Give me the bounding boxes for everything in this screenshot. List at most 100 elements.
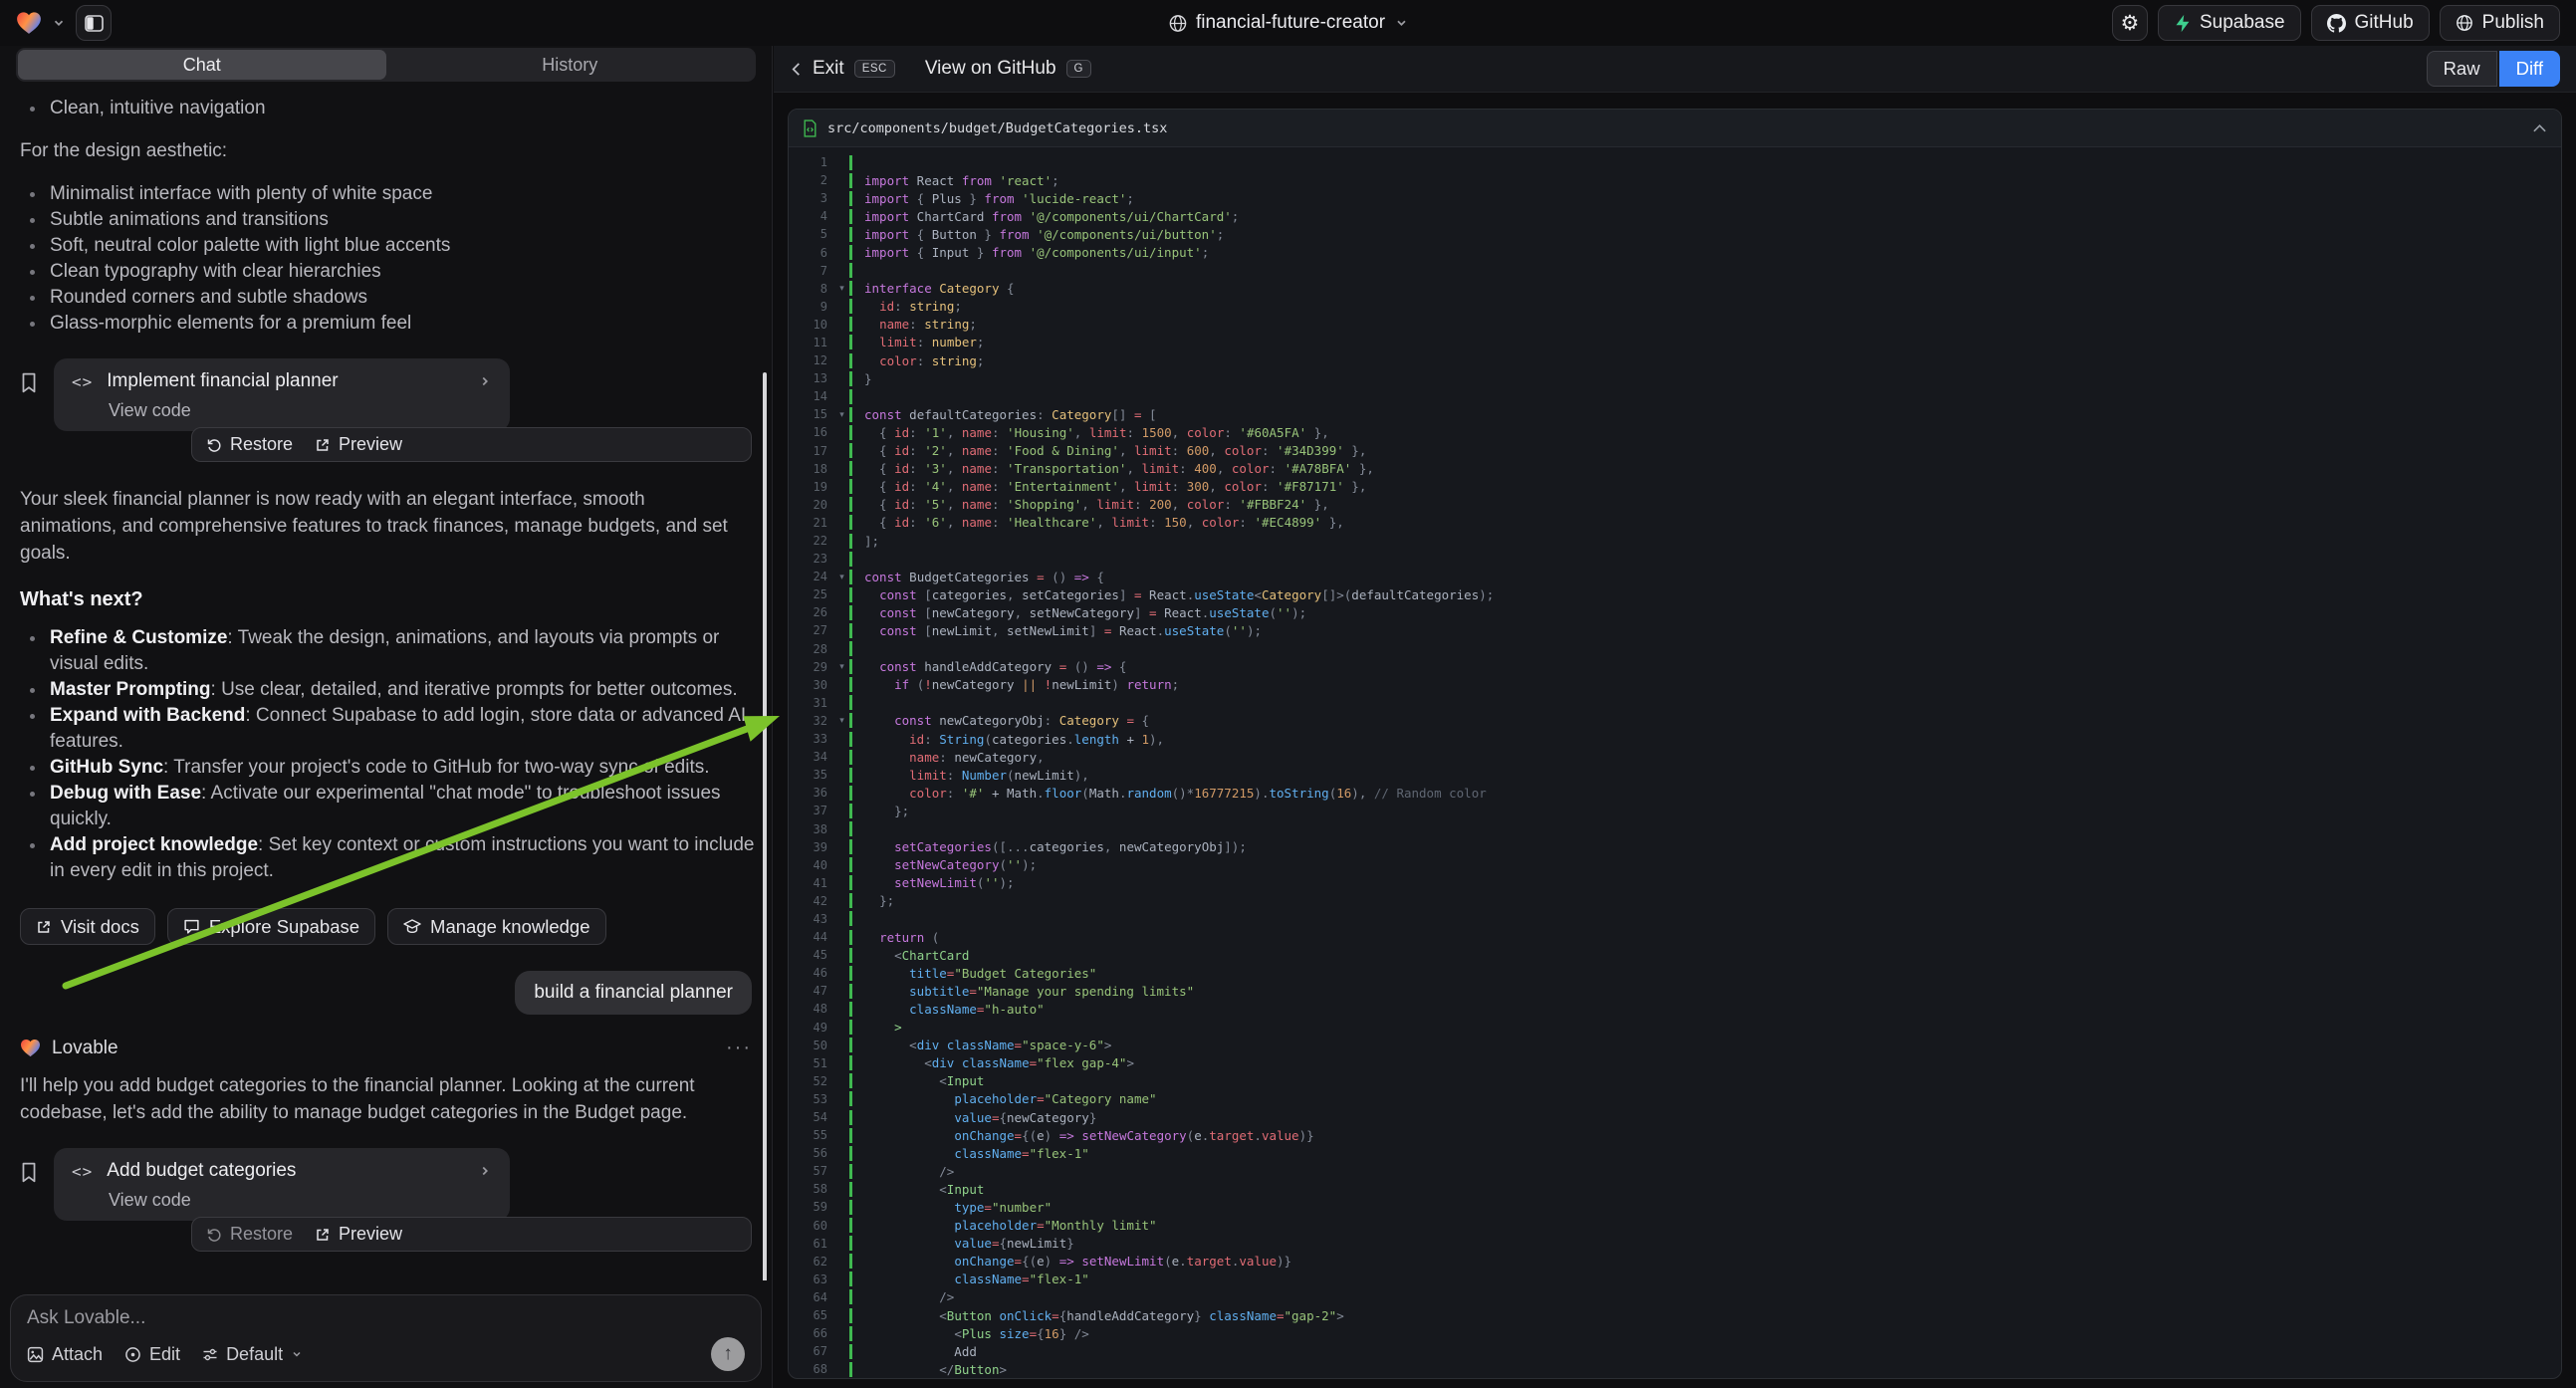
code-line: 4import ChartCard from '@/components/ui/… xyxy=(789,207,2561,225)
chat-scroll-area[interactable]: Clean, intuitive navigation For the desi… xyxy=(0,82,772,1280)
assistant-summary: Your sleek financial planner is now read… xyxy=(20,486,737,567)
user-message-1: build a financial planner xyxy=(515,971,752,1015)
line-number: 32 xyxy=(789,714,834,728)
line-number: 21 xyxy=(789,516,834,530)
diff-toggle-button[interactable]: Diff xyxy=(2499,51,2560,87)
line-number: 67 xyxy=(789,1344,834,1358)
file-header[interactable]: src/components/budget/BudgetCategories.t… xyxy=(789,110,2561,147)
code-line: 11 limit: number; xyxy=(789,334,2561,351)
code-text: name: newCategory, xyxy=(849,750,1045,765)
assistant-reply-intro: I'll help you add budget categories to t… xyxy=(20,1072,757,1126)
code-text: import ChartCard from '@/components/ui/C… xyxy=(849,209,1239,224)
manage-knowledge-button[interactable]: Manage knowledge xyxy=(387,908,605,945)
code-line: 25 const [categories, setCategories] = R… xyxy=(789,585,2561,603)
chat-input-box: Attach Edit Default ↑ xyxy=(10,1294,762,1382)
supabase-bolt-icon xyxy=(2174,14,2191,33)
sidebar-toggle-button[interactable] xyxy=(76,5,112,41)
code-text: className="flex-1" xyxy=(849,1146,1089,1161)
version-card-implement-financial-planner[interactable]: <> Implement financial planner View code xyxy=(54,358,510,431)
view-code-link[interactable]: View code xyxy=(109,1190,492,1211)
code-line: 37 }; xyxy=(789,802,2561,819)
project-chevron-down-icon xyxy=(1394,16,1408,30)
supabase-button[interactable]: Supabase xyxy=(2158,5,2301,41)
exit-button[interactable]: Exit ESC xyxy=(790,58,895,80)
lovable-heart-logo-icon[interactable] xyxy=(16,11,42,35)
mode-select[interactable]: Default xyxy=(202,1344,303,1365)
github-octocat-icon xyxy=(2327,14,2346,33)
explore-supabase-button[interactable]: Explore Supabase xyxy=(167,908,375,945)
code-toolbar: Exit ESC View on GitHub G Raw Diff xyxy=(774,46,2576,93)
code-text: { id: '6', name: 'Healthcare', limit: 15… xyxy=(849,515,1344,530)
github-label: GitHub xyxy=(2355,12,2414,34)
line-number: 46 xyxy=(789,966,834,980)
code-text: { id: '1', name: 'Housing', limit: 1500,… xyxy=(849,425,1329,440)
line-number: 42 xyxy=(789,894,834,908)
publish-button[interactable]: Publish xyxy=(2440,5,2560,41)
fold-toggle-icon[interactable]: ▾ xyxy=(834,661,849,672)
line-number: 47 xyxy=(789,984,834,998)
raw-toggle-button[interactable]: Raw xyxy=(2427,51,2497,87)
line-number: 2 xyxy=(789,173,834,187)
fold-toggle-icon[interactable]: ▾ xyxy=(834,715,849,726)
logo-chevron-down-icon[interactable] xyxy=(52,16,66,30)
line-number: 8 xyxy=(789,282,834,296)
preview-button[interactable]: Preview xyxy=(315,434,402,455)
code-text: placeholder="Category name" xyxy=(849,1091,1157,1106)
esc-keycap: ESC xyxy=(854,60,895,78)
restore-preview-bar: Restore Preview xyxy=(191,427,752,462)
restore-button[interactable]: Restore xyxy=(206,1224,293,1245)
view-on-github-button[interactable]: View on GitHub G xyxy=(925,58,1091,80)
code-panel: Exit ESC View on GitHub G Raw Diff src/c… xyxy=(774,46,2576,1388)
external-link-icon xyxy=(315,437,331,453)
fold-toggle-icon[interactable]: ▾ xyxy=(834,409,849,420)
bookmark-icon[interactable] xyxy=(20,372,38,393)
preview-button[interactable]: Preview xyxy=(315,1224,402,1245)
chat-scrollbar-thumb[interactable] xyxy=(763,372,767,1280)
tab-chat[interactable]: Chat xyxy=(18,50,386,80)
fold-toggle-icon[interactable]: ▾ xyxy=(834,572,849,582)
message-menu-button[interactable]: ··· xyxy=(726,1037,752,1059)
chevron-right-icon xyxy=(478,1164,492,1178)
visit-docs-button[interactable]: Visit docs xyxy=(20,908,155,945)
sliders-icon xyxy=(202,1347,218,1362)
code-line: 1 xyxy=(789,153,2561,171)
code-editor[interactable]: 1 2import React from 'react';3import { P… xyxy=(789,147,2561,1378)
line-number: 26 xyxy=(789,605,834,619)
view-code-link[interactable]: View code xyxy=(109,400,492,421)
code-line: 27 const [newLimit, setNewLimit] = React… xyxy=(789,621,2561,639)
restore-button[interactable]: Restore xyxy=(206,434,293,455)
line-number: 60 xyxy=(789,1219,834,1233)
line-number: 59 xyxy=(789,1200,834,1214)
code-line: 43 xyxy=(789,910,2561,928)
code-line: 42 }; xyxy=(789,892,2561,910)
publish-globe-icon xyxy=(2456,14,2473,32)
code-line: 8▾interface Category { xyxy=(789,280,2561,298)
list-item: Debug with Ease: Activate our experiment… xyxy=(20,781,757,832)
line-number: 53 xyxy=(789,1092,834,1106)
fold-toggle-icon[interactable]: ▾ xyxy=(834,283,849,294)
line-number: 33 xyxy=(789,732,834,746)
bookmark-icon[interactable] xyxy=(20,1162,38,1183)
line-number: 18 xyxy=(789,462,834,476)
settings-button[interactable]: ⚙ xyxy=(2112,5,2148,41)
design-intro: For the design aesthetic: xyxy=(20,137,752,164)
chat-input[interactable] xyxy=(27,1307,745,1337)
edit-button[interactable]: Edit xyxy=(124,1344,180,1365)
version-card-title: Implement financial planner xyxy=(107,370,464,392)
code-text: }; xyxy=(849,893,894,908)
code-text: if (!newCategory || !newLimit) return; xyxy=(849,677,1179,692)
github-button[interactable]: GitHub xyxy=(2311,5,2430,41)
project-switcher[interactable]: financial-future-creator xyxy=(1168,0,1408,46)
code-text: color: string; xyxy=(849,353,984,368)
line-number: 9 xyxy=(789,300,834,314)
send-button[interactable]: ↑ xyxy=(711,1337,745,1371)
exit-label: Exit xyxy=(813,58,844,80)
attach-button[interactable]: Attach xyxy=(27,1344,103,1365)
version-card-add-budget-categories[interactable]: <> Add budget categories View code xyxy=(54,1148,510,1221)
restore-icon xyxy=(206,437,222,453)
collapse-chevron-up-icon[interactable] xyxy=(2532,123,2547,133)
code-text: > xyxy=(849,1020,902,1035)
chat-history-tabs: Chat History xyxy=(16,48,756,82)
code-line: 33 id: String(categories.length + 1), xyxy=(789,730,2561,748)
tab-history[interactable]: History xyxy=(386,50,755,80)
